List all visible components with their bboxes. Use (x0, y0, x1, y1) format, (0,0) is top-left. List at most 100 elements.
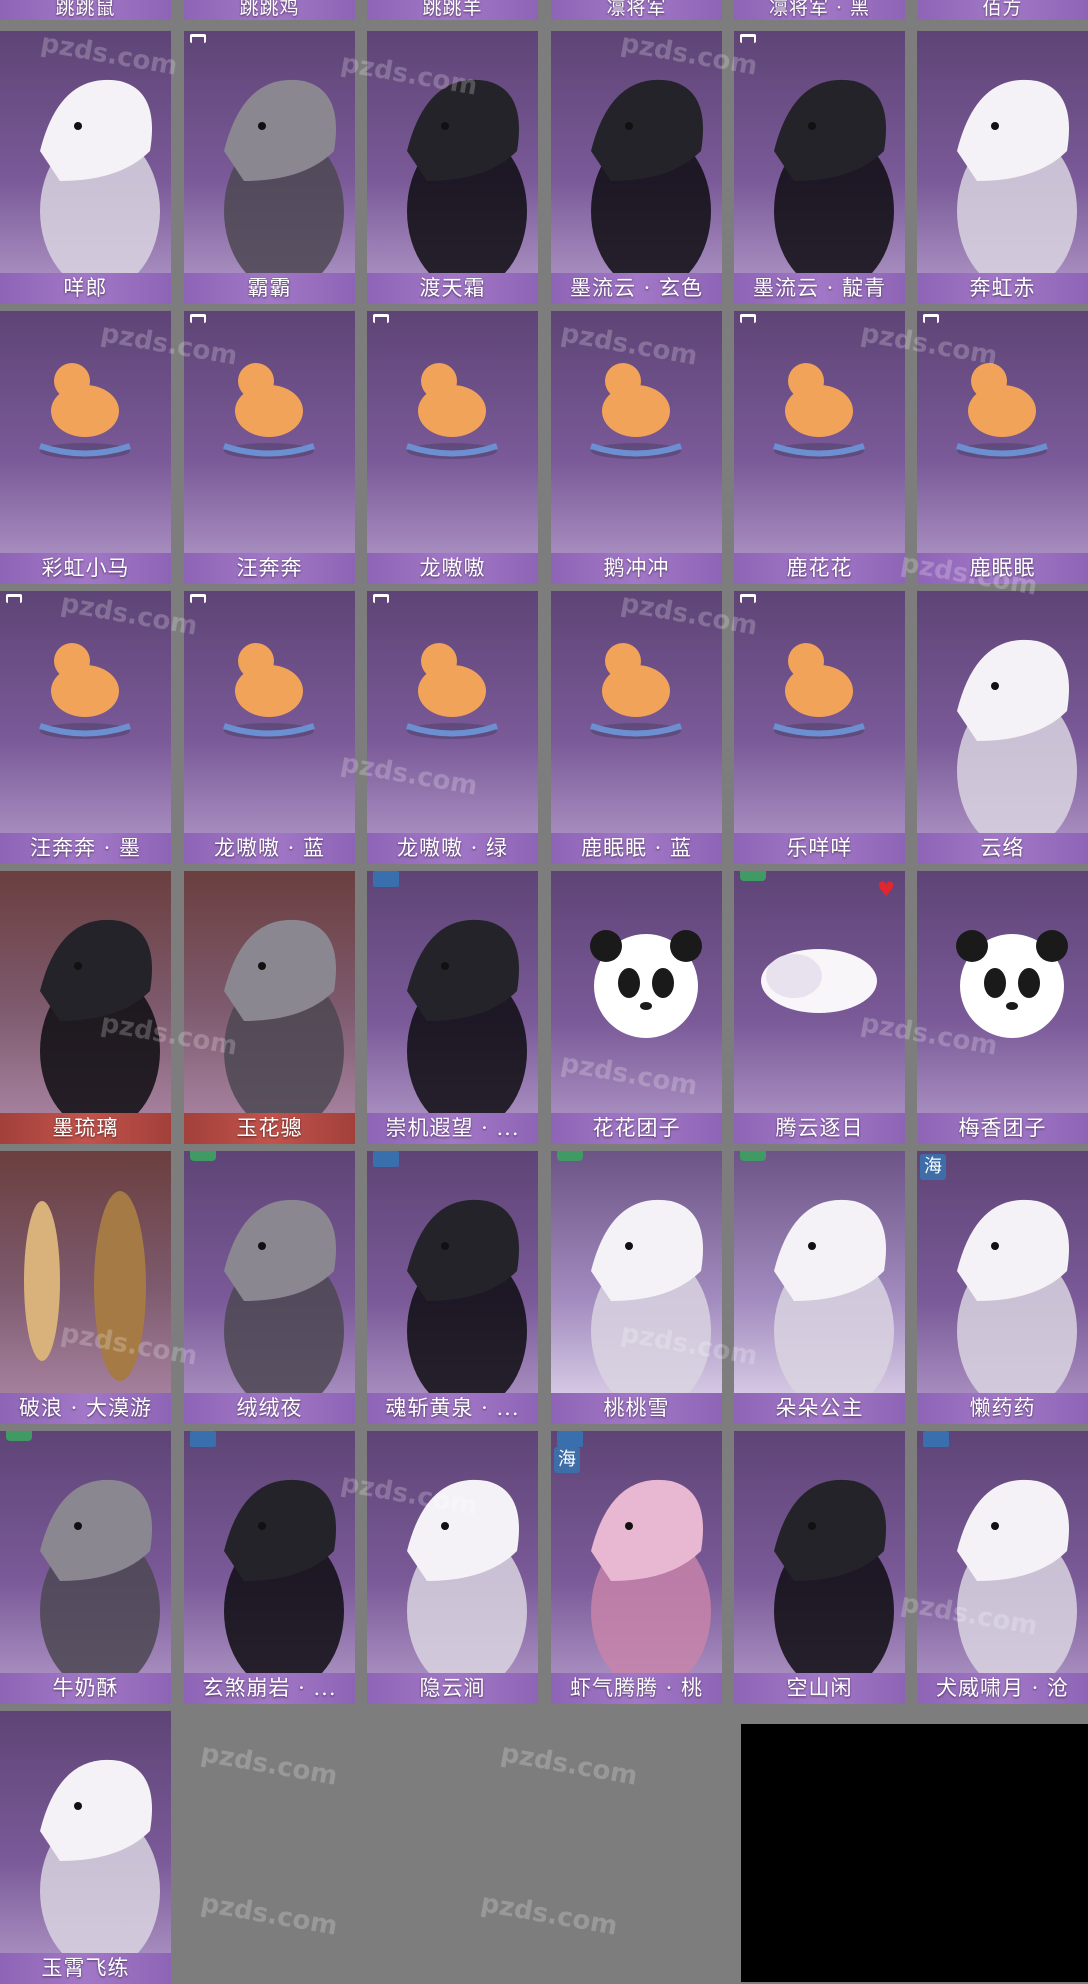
mount-name-label: 玉霄飞练 (0, 1953, 171, 1984)
mount-card[interactable]: 龙嗷嗷 (367, 311, 538, 584)
mount-name-label: 凛将军 · 黑 (734, 0, 905, 20)
blue-badge-icon (923, 1431, 949, 1447)
mount-card[interactable]: 龙嗷嗷 · 绿 (367, 591, 538, 864)
mount-card-cropped[interactable]: 凛将军 (551, 0, 722, 20)
rocking-sheep-icon (773, 643, 865, 739)
mount-card[interactable]: 魂斩黄泉 · ... (367, 1151, 538, 1424)
mount-card[interactable]: 海懒药药 (917, 1151, 1088, 1424)
black-empty-area (741, 1724, 1088, 1982)
mount-card[interactable]: 奔虹赤 (917, 31, 1088, 304)
white-horse-icon (957, 79, 1077, 291)
mount-card[interactable]: 彩虹小马 (0, 311, 171, 584)
mount-card[interactable]: 墨流云 · 靛青 (734, 31, 905, 304)
black-horse-icon (591, 79, 711, 291)
mount-name-label: 渡天霜 (367, 273, 538, 304)
polar-bear-icon (957, 1199, 1077, 1411)
mount-name-label: 彩虹小马 (0, 553, 171, 584)
mount-card[interactable]: 海虾气腾腾 · 桃 (551, 1431, 722, 1704)
mount-name-label: 咩郎 (0, 273, 171, 304)
heart-icon: ♥ (877, 877, 895, 901)
rocking-dog-icon (223, 363, 315, 459)
rocking-dog-icon (39, 643, 131, 739)
mount-card[interactable]: 花花团子 (551, 871, 722, 1144)
watermark-text: pzds.com (478, 1888, 620, 1942)
mount-card[interactable]: 空山闲 (734, 1431, 905, 1704)
mount-name-label: 花花团子 (551, 1113, 722, 1144)
mount-card[interactable]: 墨琉璃 (0, 871, 171, 1144)
mount-card[interactable]: 乐咩咩 (734, 591, 905, 864)
mount-card-cropped[interactable]: 凛将军 · 黑 (734, 0, 905, 20)
green-badge-icon (190, 1151, 216, 1161)
mount-name-label: 霸霸 (184, 273, 355, 304)
mount-card-cropped[interactable]: 跳跳鼠 (0, 0, 171, 20)
mount-card[interactable]: 汪奔奔 (184, 311, 355, 584)
black-hound-icon (407, 1199, 527, 1411)
mount-name-label: 崇机遐望 · ... (367, 1113, 538, 1144)
blue-badge-icon (373, 1151, 399, 1167)
mount-card[interactable]: 绒绒夜 (184, 1151, 355, 1424)
rabbit-icon (224, 1199, 344, 1411)
black-donkey-icon (774, 1479, 894, 1691)
mount-card[interactable]: 墨流云 · 玄色 (551, 31, 722, 304)
mount-name-label: 跳跳鼠 (0, 0, 171, 20)
mount-card[interactable]: 桃桃雪 (551, 1151, 722, 1424)
mount-card[interactable]: 鹿眠眠 · 蓝 (551, 591, 722, 864)
white-badge-icon (740, 314, 756, 323)
mount-name-label: 鹅冲冲 (551, 553, 722, 584)
mount-name-label: 跳跳鸡 (184, 0, 355, 20)
mount-card[interactable]: 霸霸 (184, 31, 355, 304)
white-horse-icon (957, 639, 1077, 851)
mount-card[interactable]: 玉花骢 (184, 871, 355, 1144)
gray-horse-icon (224, 919, 344, 1131)
mount-card-cropped[interactable]: 跳跳羊 (367, 0, 538, 20)
mount-card[interactable]: 梅香团子 (917, 871, 1088, 1144)
mount-card[interactable]: 龙嗷嗷 · 蓝 (184, 591, 355, 864)
mount-name-label: 犬威啸月 · 沧 (917, 1673, 1088, 1704)
mount-card[interactable]: 咩郎 (0, 31, 171, 304)
mount-card[interactable]: 崇机遐望 · ... (367, 871, 538, 1144)
white-badge-icon (190, 314, 206, 323)
mount-card[interactable]: 破浪 · 大漠游 (0, 1151, 171, 1424)
white-badge-icon (740, 34, 756, 43)
mount-name-label: 龙嗷嗷 (367, 553, 538, 584)
mount-card[interactable]: 鹅冲冲 (551, 311, 722, 584)
panda-icon (590, 930, 702, 1038)
mount-name-label: 绒绒夜 (184, 1393, 355, 1424)
mount-name-label: 龙嗷嗷 · 蓝 (184, 833, 355, 864)
mount-name-label: 墨流云 · 靛青 (734, 273, 905, 304)
mount-name-label: 鹿眠眠 (917, 553, 1088, 584)
mount-name-label: 腾云逐日 (734, 1113, 905, 1144)
mount-card[interactable]: 汪奔奔 · 墨 (0, 591, 171, 864)
cloud-icon (761, 949, 877, 1013)
black-horse-icon (774, 79, 894, 291)
mount-card-cropped[interactable]: 佰方 (917, 0, 1088, 20)
fluffy-icon (774, 1199, 894, 1411)
mount-card[interactable]: 渡天霜 (367, 31, 538, 304)
mount-name-label: 魂斩黄泉 · ... (367, 1393, 538, 1424)
blue-badge-icon (373, 871, 399, 887)
mount-card[interactable]: 牛奶酥 (0, 1431, 171, 1704)
mount-name-label: 玉花骢 (184, 1113, 355, 1144)
mount-name-label: 牛奶酥 (0, 1673, 171, 1704)
white-badge-icon (190, 34, 206, 43)
white-badge-icon (373, 314, 389, 323)
mount-name-label: 破浪 · 大漠游 (0, 1393, 171, 1424)
rocking-goose-icon (590, 363, 682, 459)
mount-card[interactable]: 隐云涧 (367, 1431, 538, 1704)
mount-card[interactable]: 玉霄飞练 (0, 1711, 171, 1984)
husky-icon (224, 79, 344, 291)
mount-card[interactable]: 鹿眠眠 (917, 311, 1088, 584)
mount-card[interactable]: ♥ 腾云逐日 (734, 871, 905, 1144)
mount-card-cropped[interactable]: 跳跳鸡 (184, 0, 355, 20)
mount-card[interactable]: 云络 (917, 591, 1088, 864)
poodle-icon (40, 79, 160, 291)
mount-name-label: 虾气腾腾 · 桃 (551, 1673, 722, 1704)
mount-card[interactable]: 朵朵公主 (734, 1151, 905, 1424)
mount-name-label: 懒药药 (917, 1393, 1088, 1424)
mount-name-label: 桃桃雪 (551, 1393, 722, 1424)
mount-name-label: 汪奔奔 (184, 553, 355, 584)
mount-card[interactable]: 玄煞崩岩 · ... (184, 1431, 355, 1704)
mount-card[interactable]: 鹿花花 (734, 311, 905, 584)
mount-name-label: 墨琉璃 (0, 1113, 171, 1144)
mount-card[interactable]: 犬威啸月 · 沧 (917, 1431, 1088, 1704)
